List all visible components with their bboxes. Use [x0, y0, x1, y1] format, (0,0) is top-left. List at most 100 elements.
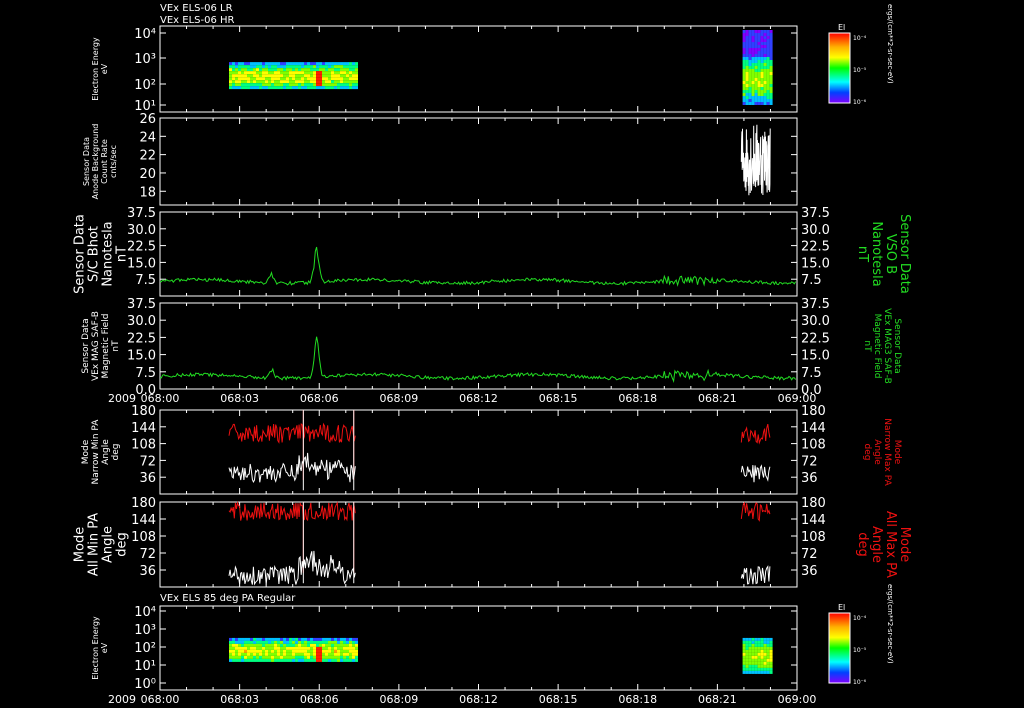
heatmap-cell — [766, 102, 770, 105]
heatmap-cell — [751, 84, 755, 87]
heatmap-cell — [271, 68, 275, 72]
heatmap-cell — [751, 78, 755, 81]
heatmap-cell — [763, 637, 767, 641]
heatmap-cell — [355, 71, 359, 75]
heatmap-cell — [310, 83, 314, 87]
heatmap-cell — [280, 637, 284, 641]
heatmap-cell — [340, 646, 344, 650]
heatmap-cell — [241, 637, 245, 641]
heatmap-cell — [754, 72, 758, 75]
y-axis-right-label: Nanotesla — [869, 221, 884, 286]
y-tick-label: 22.5 — [127, 240, 156, 255]
heatmap-cell — [331, 74, 335, 78]
heatmap-cell — [757, 93, 761, 96]
heatmap-cell — [274, 71, 278, 75]
heatmap-cell — [742, 78, 746, 81]
heatmap-cell — [247, 68, 251, 72]
x-tick-label: 068:03 — [220, 693, 259, 706]
heatmap-cell — [283, 652, 287, 656]
heatmap-cell — [742, 48, 746, 51]
heatmap-cell — [232, 646, 236, 650]
heatmap-cell — [244, 646, 248, 650]
heatmap-cell — [289, 646, 293, 650]
heatmap-cell — [766, 658, 770, 662]
heatmap-cell — [250, 637, 254, 641]
heatmap-cell — [328, 649, 332, 653]
heatmap-cell — [319, 77, 323, 81]
heatmap-cell — [745, 39, 749, 42]
heatmap-cell — [247, 65, 251, 69]
heatmap-cell — [238, 71, 242, 75]
heatmap-cell — [229, 80, 233, 84]
heatmap-cell — [748, 39, 752, 42]
heatmap-cell — [253, 643, 257, 647]
heatmap-cell — [346, 652, 350, 656]
heatmap-cell — [271, 71, 275, 75]
heatmap-cell — [754, 664, 758, 668]
heatmap-cell — [313, 643, 317, 647]
heatmap-cell — [748, 54, 752, 57]
heatmap-cell — [256, 68, 260, 72]
heatmap-cell — [235, 68, 239, 72]
heatmap-cell — [760, 45, 764, 48]
heatmap-cell — [316, 71, 320, 75]
heatmap-cell — [250, 77, 254, 81]
heatmap-cell — [754, 646, 758, 650]
x-tick-label: 068:12 — [459, 392, 498, 405]
heatmap-cell — [760, 75, 764, 78]
heatmap-cell — [262, 62, 266, 66]
heatmap-cell — [277, 637, 281, 641]
heatmap-cell — [337, 640, 341, 644]
y-axis-right-label: nT — [855, 246, 870, 262]
heatmap-cell — [292, 643, 296, 647]
heatmap-cell — [343, 86, 347, 90]
heatmap-cell — [304, 80, 308, 84]
y-axis-label: Mode — [81, 439, 91, 464]
heatmap-cell — [748, 72, 752, 75]
heatmap-cell — [286, 658, 290, 662]
heatmap-cell — [751, 66, 755, 69]
heatmap-cell — [316, 77, 320, 81]
heatmap-cell — [295, 640, 299, 644]
heatmap-cell — [751, 42, 755, 45]
heatmap-cell — [253, 637, 257, 641]
heatmap-cell — [751, 75, 755, 78]
heatmap-cell — [352, 655, 356, 659]
heatmap-cell — [763, 30, 767, 33]
heatmap-cell — [766, 664, 770, 668]
x-tick-label: 068:21 — [698, 693, 737, 706]
heatmap-cell — [322, 649, 326, 653]
heatmap-cell — [340, 71, 344, 75]
heatmap-cell — [745, 90, 749, 93]
heatmap-cell — [754, 30, 758, 33]
heatmap-cell — [301, 68, 305, 72]
heatmap-cell — [337, 80, 341, 84]
heatmap-cell — [343, 77, 347, 81]
heatmap-cell — [295, 77, 299, 81]
heatmap-cell — [352, 652, 356, 656]
heatmap-cell — [283, 649, 287, 653]
y-tick-label: 72 — [139, 547, 156, 562]
heatmap-cell — [292, 646, 296, 650]
heatmap-cell — [751, 93, 755, 96]
heatmap-cell — [334, 652, 338, 656]
heatmap-cell — [277, 62, 281, 66]
y-tick-label: 72 — [139, 454, 156, 469]
heatmap-cell — [277, 640, 281, 644]
heatmap-cell — [262, 80, 266, 84]
heatmap-cell — [259, 86, 263, 90]
heatmap-cell — [280, 71, 284, 75]
heatmap-cell — [322, 637, 326, 641]
heatmap-cell — [298, 640, 302, 644]
heatmap-cell — [307, 637, 311, 641]
heatmap-cell — [754, 39, 758, 42]
heatmap-cell — [346, 77, 350, 81]
heatmap-cell — [328, 77, 332, 81]
heatmap-cell — [295, 649, 299, 653]
heatmap-cell — [292, 74, 296, 78]
heatmap-cell — [271, 652, 275, 656]
heatmap-cell — [271, 74, 275, 78]
heatmap-cell — [769, 48, 773, 51]
y-tick-label: 15.0 — [127, 256, 156, 271]
heatmap-cell — [343, 71, 347, 75]
